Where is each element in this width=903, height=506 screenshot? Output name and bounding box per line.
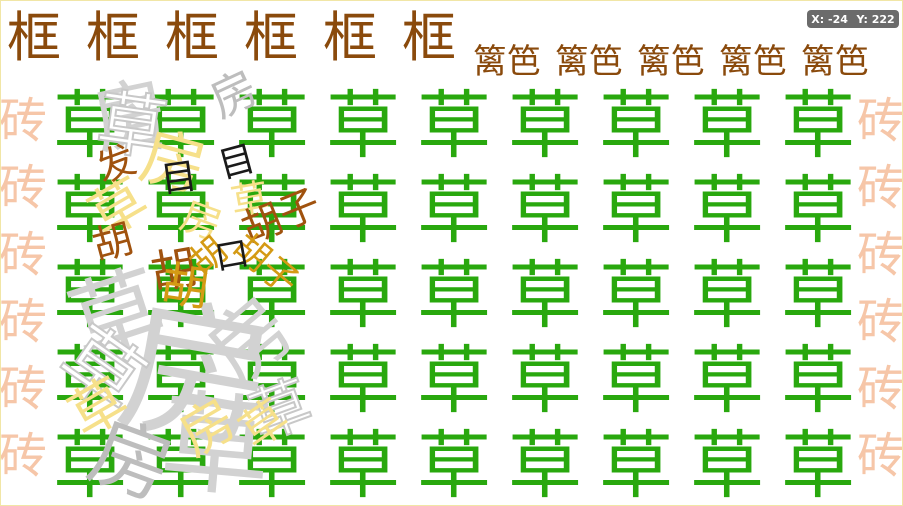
brick-tile[interactable]: 砖 xyxy=(857,298,902,346)
frame-tile[interactable]: 框 xyxy=(86,11,140,65)
brick-tile[interactable]: 砖 xyxy=(1,97,47,145)
brick-tile[interactable]: 砖 xyxy=(1,432,47,480)
grass-tile[interactable]: 草 xyxy=(508,429,582,503)
grass-tile[interactable]: 草 xyxy=(508,174,582,248)
frame-tile[interactable]: 框 xyxy=(7,11,61,65)
x-coordinate: X: -24 xyxy=(811,12,848,26)
grass-tile[interactable]: 草 xyxy=(417,174,491,248)
brick-tile[interactable]: 砖 xyxy=(1,298,47,346)
grass-tile[interactable]: 草 xyxy=(326,89,400,163)
debris-character[interactable]: 口 xyxy=(212,233,252,278)
fence-tile[interactable]: 篱笆 xyxy=(473,45,541,79)
grass-tile[interactable]: 草 xyxy=(781,344,855,418)
grass-tile[interactable]: 草 xyxy=(326,429,400,503)
fence-tile[interactable]: 篱笆 xyxy=(555,45,623,79)
brick-tile[interactable]: 砖 xyxy=(857,365,902,413)
grass-tile[interactable]: 草 xyxy=(690,89,764,163)
brick-tile[interactable]: 砖 xyxy=(857,97,902,145)
grass-tile[interactable]: 草 xyxy=(326,259,400,333)
brick-tile[interactable]: 砖 xyxy=(1,365,47,413)
fence-tile[interactable]: 篱笆 xyxy=(801,45,869,79)
grass-tile[interactable]: 草 xyxy=(781,429,855,503)
coordinate-readout: X: -24 Y: 222 xyxy=(807,10,899,28)
grass-tile[interactable]: 草 xyxy=(781,89,855,163)
grass-tile[interactable]: 草 xyxy=(690,344,764,418)
debris-character[interactable]: 目 xyxy=(158,156,199,202)
grass-tile[interactable]: 草 xyxy=(599,259,673,333)
brick-tile[interactable]: 砖 xyxy=(857,231,902,279)
grass-tile[interactable]: 草 xyxy=(417,89,491,163)
grass-tile[interactable]: 草 xyxy=(417,429,491,503)
grass-tile[interactable]: 草 xyxy=(508,89,582,163)
brick-tile[interactable]: 砖 xyxy=(1,164,47,212)
grass-tile[interactable]: 草 xyxy=(326,344,400,418)
grass-tile[interactable]: 草 xyxy=(417,344,491,418)
game-stage[interactable]: 框框框框框框 篱笆 篱笆 篱笆 篱笆 篱笆 砖砖砖砖砖砖 砖砖砖砖砖砖 草草草草草草草草… xyxy=(0,0,903,506)
frame-tile[interactable]: 框 xyxy=(165,11,219,65)
brick-tile[interactable]: 砖 xyxy=(857,164,902,212)
frame-tile[interactable]: 框 xyxy=(323,11,377,65)
grass-tile[interactable]: 草 xyxy=(599,174,673,248)
grass-tile[interactable]: 草 xyxy=(508,259,582,333)
grass-tile[interactable]: 草 xyxy=(781,174,855,248)
grass-tile[interactable]: 草 xyxy=(417,259,491,333)
grass-tile[interactable]: 草 xyxy=(508,344,582,418)
grass-tile[interactable]: 草 xyxy=(781,259,855,333)
frame-tile[interactable]: 框 xyxy=(402,11,456,65)
grass-tile[interactable]: 草 xyxy=(326,174,400,248)
grass-tile[interactable]: 草 xyxy=(599,429,673,503)
grass-tile[interactable]: 草 xyxy=(690,259,764,333)
y-coordinate: Y: 222 xyxy=(856,12,895,26)
frame-tile[interactable]: 框 xyxy=(244,11,298,65)
fence-tile[interactable]: 篱笆 xyxy=(719,45,787,79)
brick-tile[interactable]: 砖 xyxy=(857,432,902,480)
grass-tile[interactable]: 草 xyxy=(690,429,764,503)
grass-tile[interactable]: 草 xyxy=(690,174,764,248)
fence-tile[interactable]: 篱笆 xyxy=(637,45,705,79)
grass-tile[interactable]: 草 xyxy=(599,344,673,418)
grass-tile[interactable]: 草 xyxy=(599,89,673,163)
brick-tile[interactable]: 砖 xyxy=(1,231,47,279)
